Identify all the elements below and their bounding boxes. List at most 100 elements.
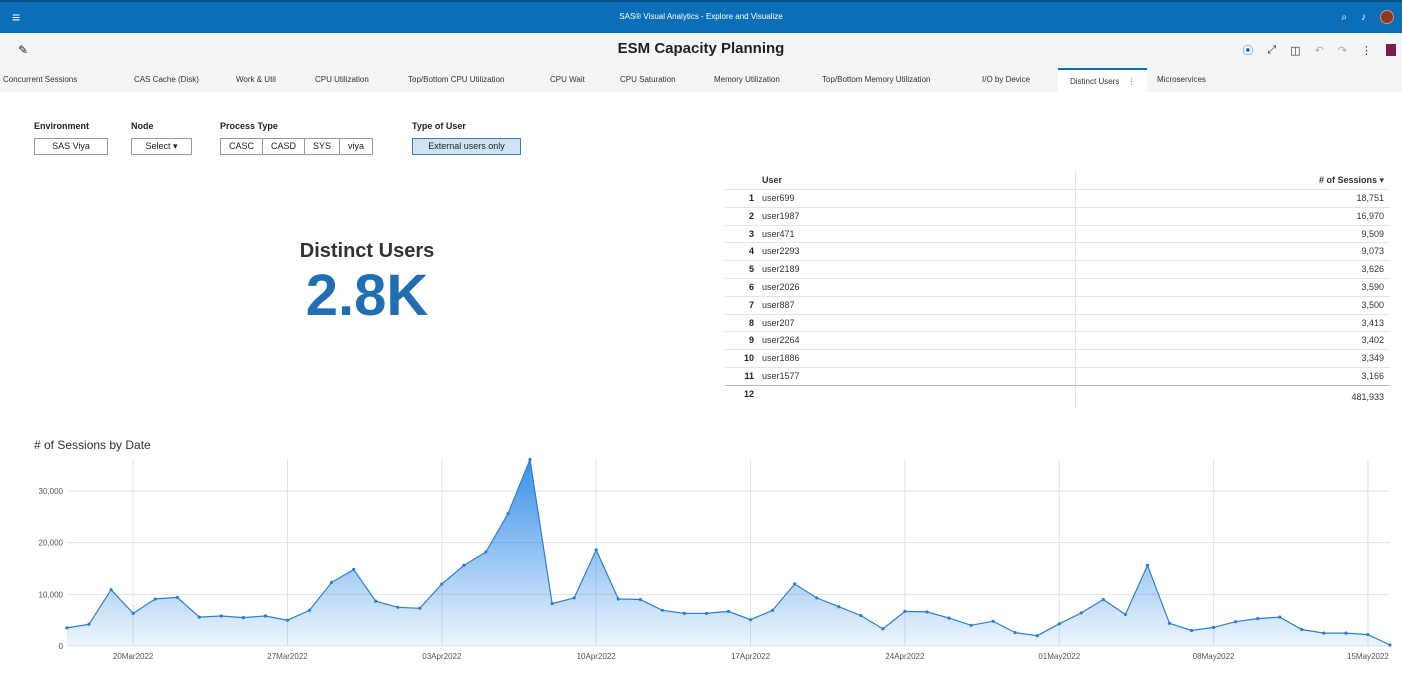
row-user: user699 (762, 193, 795, 203)
row-user: user2026 (762, 281, 800, 292)
table-row[interactable]: 11 user1577 3,166 (725, 366, 1390, 385)
expand-icon[interactable]: ⤢ (1267, 44, 1276, 57)
table-row[interactable]: 9 user2264 3,402 (725, 331, 1390, 349)
row-sessions: 3,349 (1361, 353, 1384, 364)
data-point (925, 610, 929, 614)
data-point (1057, 622, 1061, 626)
tab-io-by-device[interactable]: I/O by Device (982, 75, 1030, 84)
sessions-column-header[interactable]: # of Sessions ▾ (1319, 175, 1384, 186)
process-type-sys[interactable]: SYS (304, 138, 340, 155)
data-point (418, 606, 422, 610)
data-point (572, 596, 576, 600)
x-tick-label: 15May2022 (1347, 652, 1389, 661)
x-tick-label: 08May2022 (1193, 652, 1235, 661)
row-user: user471 (762, 228, 795, 239)
data-point (175, 595, 179, 599)
tab-top-bottom-memory[interactable]: Top/Bottom Memory Utilization (822, 75, 930, 84)
tab-cpu-saturation[interactable]: CPU Saturation (620, 75, 676, 84)
row-index: 2 (748, 210, 754, 221)
table-row[interactable]: 2 user1987 16,970 (725, 206, 1390, 225)
redo-icon[interactable]: ↷ (1338, 44, 1347, 57)
table-row[interactable]: 3 user471 9,509 (725, 224, 1390, 243)
row-sessions: 18,751 (1356, 193, 1384, 203)
data-point (241, 616, 245, 620)
data-point (462, 563, 466, 567)
row-index: 7 (748, 299, 754, 310)
process-type-viya[interactable]: viya (339, 138, 374, 155)
process-type-label: Process Type (220, 121, 278, 131)
data-point (815, 596, 819, 600)
more-options-icon[interactable]: ⋮ (1361, 44, 1372, 57)
node-label: Node (131, 121, 154, 131)
bookmark-icon[interactable] (1386, 44, 1396, 56)
row-index: 9 (748, 335, 754, 346)
tab-work-util[interactable]: Work & Util (236, 75, 276, 84)
row-sessions: 9,509 (1361, 228, 1384, 239)
table-row[interactable]: 8 user207 3,413 (725, 313, 1390, 332)
row-sessions: 3,413 (1361, 317, 1384, 328)
row-sessions: 3,626 (1361, 264, 1384, 275)
data-point (1322, 631, 1326, 635)
table-row[interactable]: 6 user2026 3,590 (725, 277, 1390, 296)
data-point (1278, 615, 1282, 619)
data-point (1388, 643, 1392, 647)
report-header: ✎ ESM Capacity Planning ⦿ ⤢ ◫ ↶ ↷ ⋮ (0, 33, 1402, 68)
series-area (67, 459, 1390, 646)
table-row[interactable]: 1 user699 18,751 (725, 189, 1390, 207)
data-point (1189, 628, 1194, 633)
layout-icon[interactable]: ◫ (1290, 44, 1300, 57)
help-icon[interactable]: ⦿ (1242, 42, 1253, 58)
process-type-casd[interactable]: CASD (262, 138, 305, 155)
app-toolbar: ⌕ ♪ (1341, 10, 1394, 24)
tab-menu-icon[interactable]: ⋮ (1127, 77, 1135, 86)
data-point (197, 615, 201, 619)
data-point (153, 597, 157, 601)
table-body: 1 user699 18,751 2 user1987 16,970 3 user471 9,5… (725, 189, 1390, 385)
data-point (285, 618, 290, 622)
row-user: user1987 (762, 210, 800, 221)
tab-cas-cache[interactable]: CAS Cache (Disk) (134, 75, 199, 84)
node-dropdown[interactable]: Select ▾ (131, 138, 192, 155)
x-tick-label: 17Apr2022 (731, 652, 771, 661)
x-tick-label: 01May2022 (1038, 652, 1080, 661)
kpi-title: Distinct Users (299, 240, 435, 262)
data-point (771, 608, 775, 612)
tab-microservices[interactable]: Microservices (1157, 75, 1206, 84)
undo-icon[interactable]: ↶ (1315, 44, 1324, 57)
row-index: 11 (744, 370, 754, 381)
data-point (749, 618, 753, 622)
table-row[interactable]: 10 user1886 3,349 (725, 349, 1390, 367)
user-type-button[interactable]: External users only (412, 138, 521, 155)
row-index: 6 (748, 281, 754, 292)
tab-cpu-wait[interactable]: CPU Wait (550, 75, 585, 84)
sessions-by-date-chart[interactable]: 0 10,000 20,000 30,000 20Mar2022 27Mar2022 03A… (0, 452, 1402, 685)
data-point (616, 597, 620, 601)
tab-top-bottom-cpu[interactable]: Top/Bottom CPU Utilization (408, 75, 504, 84)
tab-cpu-utilization[interactable]: CPU Utilization (315, 75, 369, 84)
user-column-header[interactable]: User (762, 175, 782, 185)
table-row[interactable]: 5 user2189 3,626 (725, 260, 1390, 278)
row-index: 1 (748, 193, 754, 203)
data-point (682, 611, 687, 615)
tab-concurrent-sessions[interactable]: Concurrent Sessions (3, 75, 77, 84)
tab-distinct-users[interactable]: Distinct Users ⋮ (1058, 68, 1148, 92)
data-point (528, 457, 532, 462)
data-point (1212, 625, 1216, 629)
table-row[interactable]: 4 user2293 9,073 (725, 242, 1390, 260)
row-index: 4 (748, 246, 754, 257)
x-tick-label: 24Apr2022 (885, 652, 925, 661)
data-point (1256, 617, 1260, 621)
user-sessions-table: User # of Sessions ▾ 1 user699 18,751 2 user… (725, 172, 1390, 408)
table-row[interactable]: 7 user887 3,500 (725, 295, 1390, 314)
avatar[interactable] (1380, 10, 1394, 24)
data-point (219, 614, 223, 618)
data-point (1344, 631, 1348, 635)
y-tick-label: 0 (59, 642, 64, 651)
search-icon[interactable]: ⌕ (1341, 12, 1347, 23)
tab-memory-utilization[interactable]: Memory Utilization (714, 75, 780, 84)
process-type-casc[interactable]: CASC (220, 138, 263, 155)
data-point (87, 622, 91, 626)
environment-button[interactable]: SAS Viya (34, 138, 108, 155)
bell-icon[interactable]: ♪ (1361, 12, 1366, 23)
data-point (947, 616, 951, 620)
